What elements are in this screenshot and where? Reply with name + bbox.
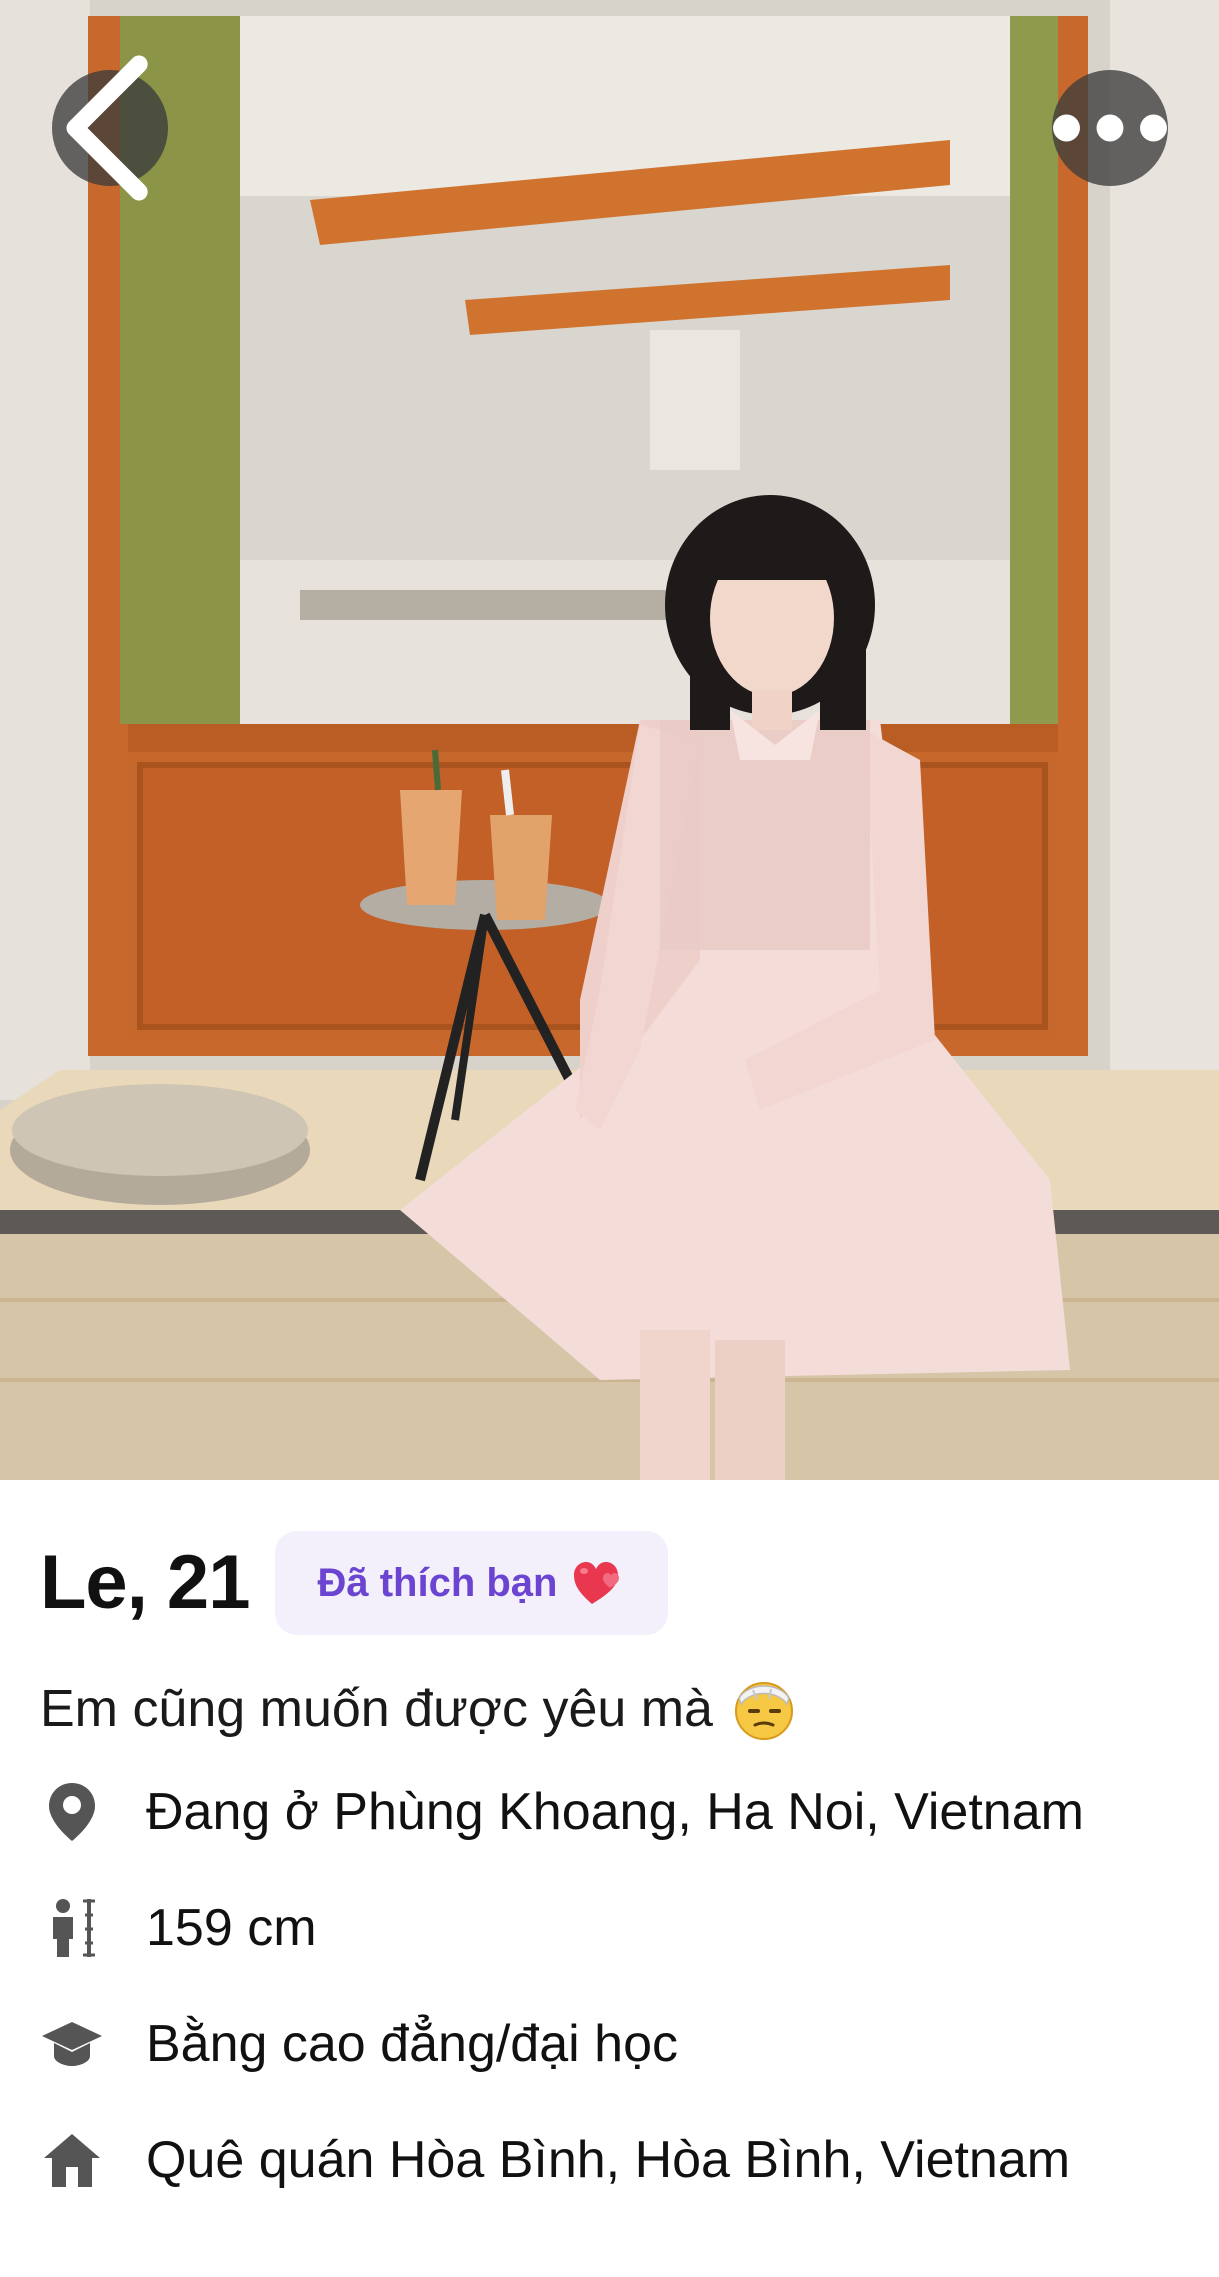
liked-you-badge: Đã thích bạn: [275, 1531, 668, 1635]
profile-photo-illustration: [0, 0, 1219, 1480]
detail-location: Đang ở Phùng Khoang, Ha Noi, Vietnam: [40, 1780, 1084, 1844]
graduation-cap-icon: [40, 2012, 104, 2076]
profile-info: Le, 21 Đã thích bạn Em cũng muốn được yê…: [0, 1480, 1219, 2277]
profile-photo[interactable]: [0, 0, 1219, 1480]
height-icon: [40, 1896, 104, 1960]
detail-hometown: Quê quán Hòa Bình, Hòa Bình, Vietnam: [40, 2128, 1070, 2192]
detail-location-text: Đang ở Phùng Khoang, Ha Noi, Vietnam: [146, 1783, 1084, 1841]
detail-height-text: 159 cm: [146, 1899, 317, 1957]
liked-badge-label: Đã thích bạn: [317, 1560, 558, 1605]
profile-bio: Em cũng muốn được yêu mà: [40, 1676, 797, 1742]
name-row: Le, 21 Đã thích bạn: [40, 1528, 668, 1638]
location-pin-icon: [40, 1780, 104, 1844]
bandaged-face-emoji: [734, 1682, 793, 1740]
profile-name-age: Le, 21: [40, 1540, 250, 1625]
bio-text: Em cũng muốn được yêu mà: [40, 1680, 713, 1738]
heart-emoji: [573, 1562, 619, 1604]
chevron-left-icon: [66, 55, 148, 201]
detail-hometown-text: Quê quán Hòa Bình, Hòa Bình, Vietnam: [146, 2131, 1071, 2189]
home-icon: [40, 2128, 104, 2192]
back-button[interactable]: [52, 55, 168, 201]
more-dots-icon: [1053, 114, 1167, 142]
more-options-button[interactable]: [1052, 70, 1168, 186]
detail-education: Bằng cao đẳng/đại học: [40, 2012, 678, 2076]
detail-height: 159 cm: [40, 1896, 317, 1960]
detail-education-text: Bằng cao đẳng/đại học: [146, 2015, 678, 2073]
